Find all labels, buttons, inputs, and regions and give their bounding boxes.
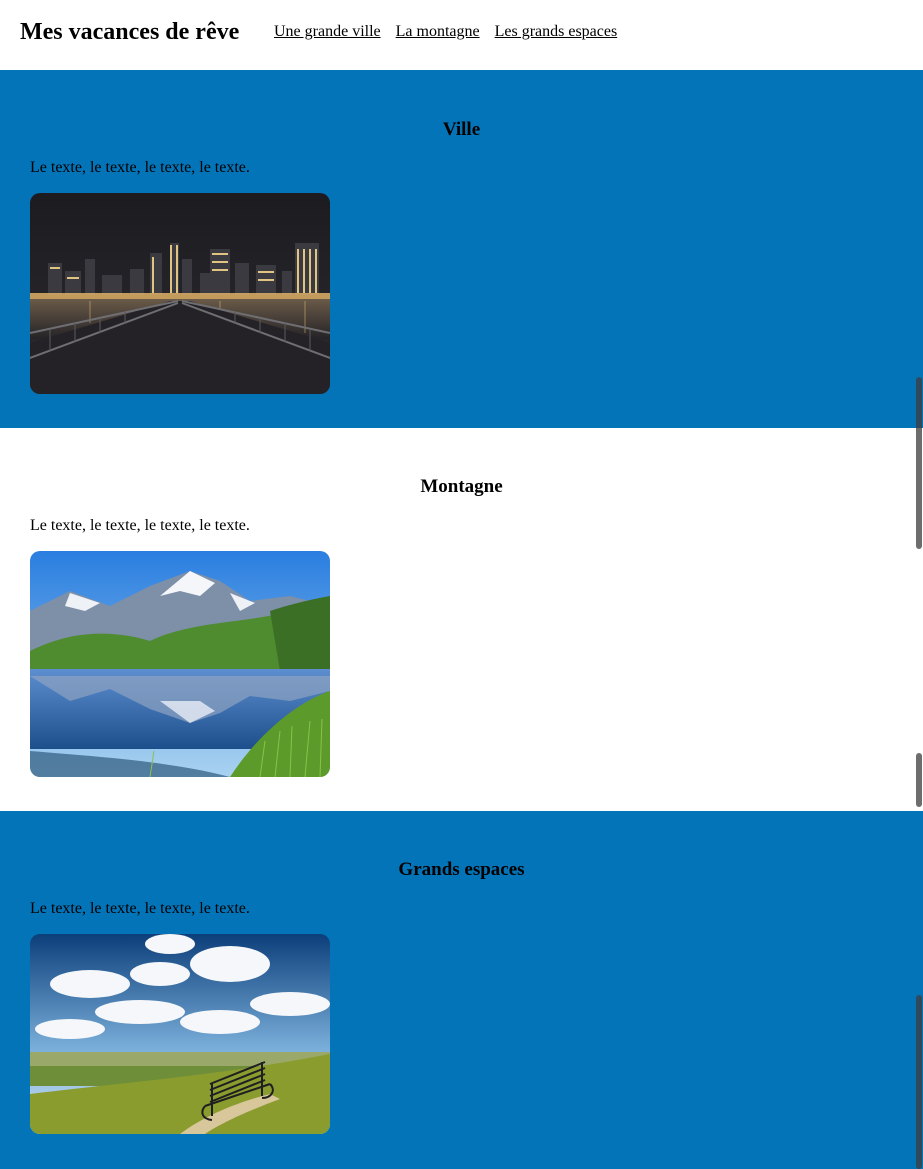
site-title: Mes vacances de rêve bbox=[20, 19, 240, 45]
section-title: Ville bbox=[442, 119, 481, 140]
site-header: Mes vacances de rêve Une grande ville La… bbox=[0, 0, 923, 70]
section-text: Le texte, le texte, le texte, le texte. bbox=[30, 517, 250, 534]
scrollbar-thumb[interactable] bbox=[916, 995, 922, 1169]
scrollbar-thumb[interactable] bbox=[916, 753, 922, 807]
section-ville: Ville Le texte, le texte, le texte, le t… bbox=[0, 70, 923, 428]
section-title: Grands espaces bbox=[398, 859, 525, 880]
mountain-lake-image bbox=[30, 551, 330, 777]
nav-link-montagne[interactable]: La montagne bbox=[396, 23, 480, 41]
section-text: Le texte, le texte, le texte, le texte. bbox=[30, 900, 250, 917]
section-grands-espaces: Grands espaces Le texte, le texte, le te… bbox=[0, 811, 923, 1169]
nav-link-grands-espaces[interactable]: Les grands espaces bbox=[495, 23, 618, 41]
scrollbar-thumb[interactable] bbox=[916, 377, 922, 549]
city-night-skyline-image bbox=[30, 193, 330, 394]
section-montagne: Montagne Le texte, le texte, le texte, l… bbox=[0, 428, 923, 811]
nav-link-ville[interactable]: Une grande ville bbox=[274, 23, 381, 41]
section-text: Le texte, le texte, le texte, le texte. bbox=[30, 159, 250, 176]
section-title: Montagne bbox=[420, 476, 503, 497]
main-nav: Une grande ville La montagne Les grands … bbox=[274, 23, 617, 41]
bench-landscape-image bbox=[30, 934, 330, 1134]
